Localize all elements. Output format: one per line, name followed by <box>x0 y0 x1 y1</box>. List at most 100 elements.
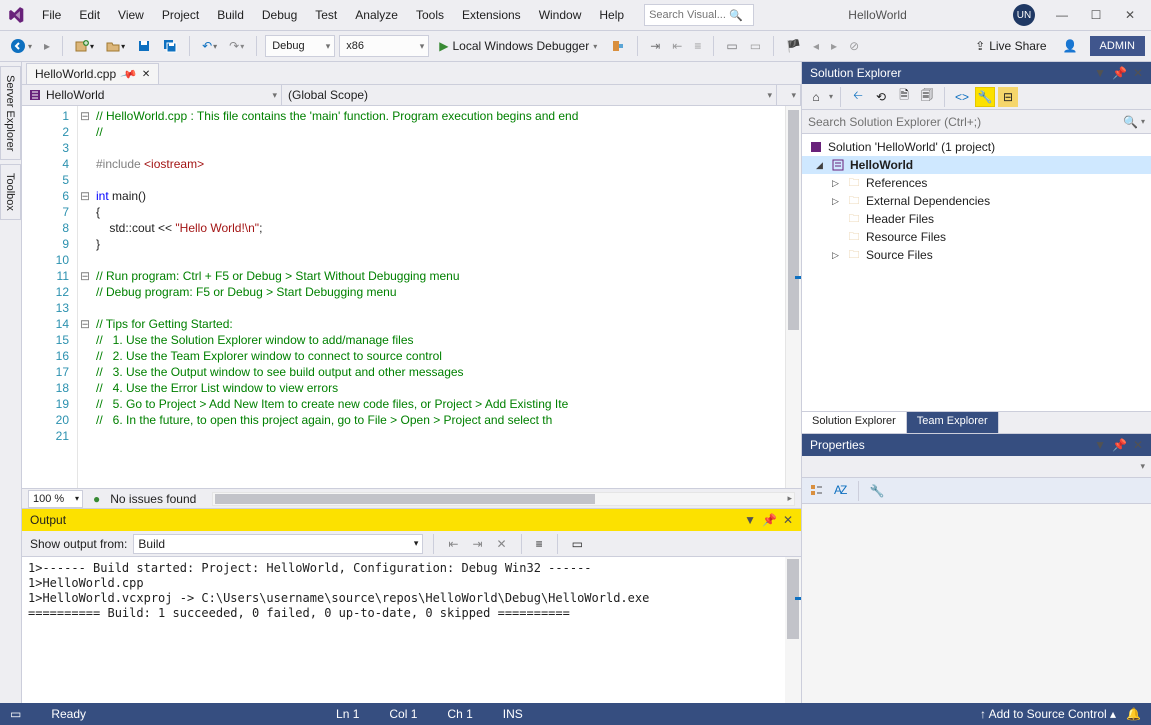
platform-dropdown[interactable]: x86 <box>339 35 429 57</box>
save-all-button[interactable] <box>159 37 181 55</box>
out-btn-1[interactable]: ⇤ <box>444 535 462 553</box>
out-clear-button[interactable]: ▭ <box>568 535 587 553</box>
clear-bookmark[interactable]: ⊘ <box>845 37 863 55</box>
config-dropdown[interactable]: Debug <box>265 35 335 57</box>
se-search[interactable]: Search Solution Explorer (Ctrl+;) 🔍▾ <box>802 110 1151 134</box>
menu-test[interactable]: Test <box>307 4 345 26</box>
solution-tree[interactable]: Solution 'HelloWorld' (1 project) ◢ Hell… <box>802 134 1151 411</box>
tree-project[interactable]: ◢ HelloWorld <box>802 156 1151 174</box>
quick-search-input[interactable] <box>649 9 729 21</box>
se-close-icon[interactable]: ✕ <box>1133 66 1143 80</box>
tb-comment2[interactable]: ▭ <box>722 37 741 55</box>
user-avatar[interactable]: UN <box>1013 4 1035 26</box>
props-drop-icon[interactable]: ▼ <box>1094 438 1106 452</box>
hscroll-thumb[interactable] <box>215 494 595 504</box>
tree-node-header-files[interactable]: 🗀 Header Files <box>802 210 1151 228</box>
start-debug-button[interactable]: ▶ Local Windows Debugger ▾ <box>433 37 603 55</box>
props-alpha-button[interactable]: AZ <box>830 481 850 501</box>
server-explorer-tab[interactable]: Server Explorer <box>0 66 21 160</box>
tree-solution[interactable]: Solution 'HelloWorld' (1 project) <box>802 138 1151 156</box>
zoom-dropdown[interactable]: 100 % <box>28 490 83 508</box>
horizontal-scrollbar[interactable]: ◂▸ <box>212 492 795 506</box>
props-close-icon[interactable]: ✕ <box>1133 438 1143 452</box>
se-preview-button[interactable]: ⊟ <box>998 87 1018 107</box>
expand-icon[interactable]: ◢ <box>816 160 826 171</box>
se-collapse-button[interactable]: 🗐 <box>917 87 937 107</box>
props-pin-icon[interactable]: 📌 <box>1112 438 1127 452</box>
source-control-button[interactable]: ↑ Add to Source Control ▴ <box>980 707 1116 721</box>
menu-debug[interactable]: Debug <box>254 4 305 26</box>
solution-explorer-header[interactable]: Solution Explorer ▼📌✕ <box>802 62 1151 84</box>
tab-team-explorer[interactable]: Team Explorer <box>907 412 999 433</box>
minimize-button[interactable]: — <box>1047 4 1077 26</box>
live-share-button[interactable]: ⇪Live Share <box>971 37 1050 55</box>
nav-scope-dropdown[interactable]: (Global Scope) <box>282 85 777 105</box>
nav-back-button[interactable]: ▾ <box>6 36 36 56</box>
code-editor[interactable]: 123456789101112131415161718192021 ⊟ ⊟ ⊟ … <box>22 106 801 488</box>
tb-comment[interactable]: ⇥ <box>646 37 664 55</box>
feedback-button[interactable]: 👤 <box>1059 37 1082 55</box>
out-btn-2[interactable]: ⇥ <box>468 535 486 553</box>
se-drop-icon[interactable]: ▼ <box>1094 66 1106 80</box>
menu-edit[interactable]: Edit <box>71 4 108 26</box>
panel-pin-icon[interactable]: 📌 <box>762 513 777 527</box>
open-button[interactable]: ▾ <box>102 37 129 55</box>
se-sync-button[interactable]: ⟲ <box>871 87 891 107</box>
se-properties-button[interactable]: 🔧 <box>975 87 995 107</box>
undo-button[interactable]: ↶▾ <box>198 37 221 55</box>
output-text[interactable]: 1>------ Build started: Project: HelloWo… <box>22 557 785 703</box>
menu-window[interactable]: Window <box>531 4 590 26</box>
se-showall-button[interactable]: 🗎 <box>894 87 914 107</box>
menu-analyze[interactable]: Analyze <box>347 4 406 26</box>
out-wrap-button[interactable]: ≡ <box>532 535 547 553</box>
next-bookmark[interactable]: ▸ <box>827 37 841 55</box>
expand-icon[interactable]: ▷ <box>832 250 842 261</box>
redo-button[interactable]: ↷▾ <box>225 37 248 55</box>
save-button[interactable] <box>133 37 155 55</box>
out-btn-3[interactable]: ✕ <box>493 535 511 553</box>
tree-node-external-dependencies[interactable]: ▷ 🗀 External Dependencies <box>802 192 1151 210</box>
toolbox-tab[interactable]: Toolbox <box>0 164 21 220</box>
nav-member-dropdown[interactable] <box>777 85 801 105</box>
editor-tab-helloworld[interactable]: HelloWorld.cpp 📌 ✕ <box>26 63 159 84</box>
menu-build[interactable]: Build <box>209 4 252 26</box>
new-project-button[interactable]: ▾ <box>71 37 98 55</box>
se-code-button[interactable]: <> <box>952 87 972 107</box>
notifications-icon[interactable]: 🔔 <box>1126 707 1141 721</box>
fold-column[interactable]: ⊟ ⊟ ⊟ ⊟ <box>78 106 92 488</box>
props-wrench-button[interactable]: 🔧 <box>867 481 887 501</box>
expand-icon[interactable]: ▷ <box>832 196 842 207</box>
menu-project[interactable]: Project <box>154 4 207 26</box>
tb-uncomment[interactable]: ⇤ <box>668 37 686 55</box>
menu-file[interactable]: File <box>34 4 69 26</box>
close-tab-icon[interactable]: ✕ <box>142 69 150 80</box>
menu-help[interactable]: Help <box>591 4 632 26</box>
properties-header[interactable]: Properties ▼📌✕ <box>802 434 1151 456</box>
props-object-dropdown[interactable]: ▾ <box>802 456 1151 478</box>
menu-view[interactable]: View <box>110 4 152 26</box>
se-pin-icon[interactable]: 📌 <box>1112 66 1127 80</box>
output-source-dropdown[interactable]: Build <box>133 534 423 554</box>
tree-node-references[interactable]: ▷ 🗀 References <box>802 174 1151 192</box>
tb-indent[interactable]: ≡ <box>690 37 705 55</box>
code-text[interactable]: // HelloWorld.cpp : This file contains t… <box>92 106 785 488</box>
nav-fwd-button[interactable]: ▸ <box>40 37 54 55</box>
panel-close-icon[interactable]: ✕ <box>783 513 793 527</box>
panel-dropdown-icon[interactable]: ▼ <box>744 513 756 527</box>
expand-icon[interactable]: ▷ <box>832 178 842 189</box>
tb-misc-1[interactable] <box>607 37 629 55</box>
menu-extensions[interactable]: Extensions <box>454 4 529 26</box>
maximize-button[interactable]: ☐ <box>1081 4 1111 26</box>
output-titlebar[interactable]: Output ▼ 📌 ✕ <box>22 509 801 531</box>
scroll-thumb[interactable] <box>788 110 799 330</box>
props-categorized-button[interactable] <box>806 481 826 501</box>
vertical-scrollbar[interactable] <box>785 106 801 488</box>
close-button[interactable]: ✕ <box>1115 4 1145 26</box>
output-scrollbar[interactable] <box>785 557 801 703</box>
pin-icon[interactable]: 📌 <box>120 65 138 83</box>
tab-solution-explorer[interactable]: Solution Explorer <box>802 412 907 433</box>
menu-tools[interactable]: Tools <box>408 4 452 26</box>
se-home-button[interactable]: ⌂ <box>806 87 826 107</box>
bookmark-button[interactable]: 🏴 <box>782 37 805 55</box>
prev-bookmark[interactable]: ◂ <box>809 37 823 55</box>
